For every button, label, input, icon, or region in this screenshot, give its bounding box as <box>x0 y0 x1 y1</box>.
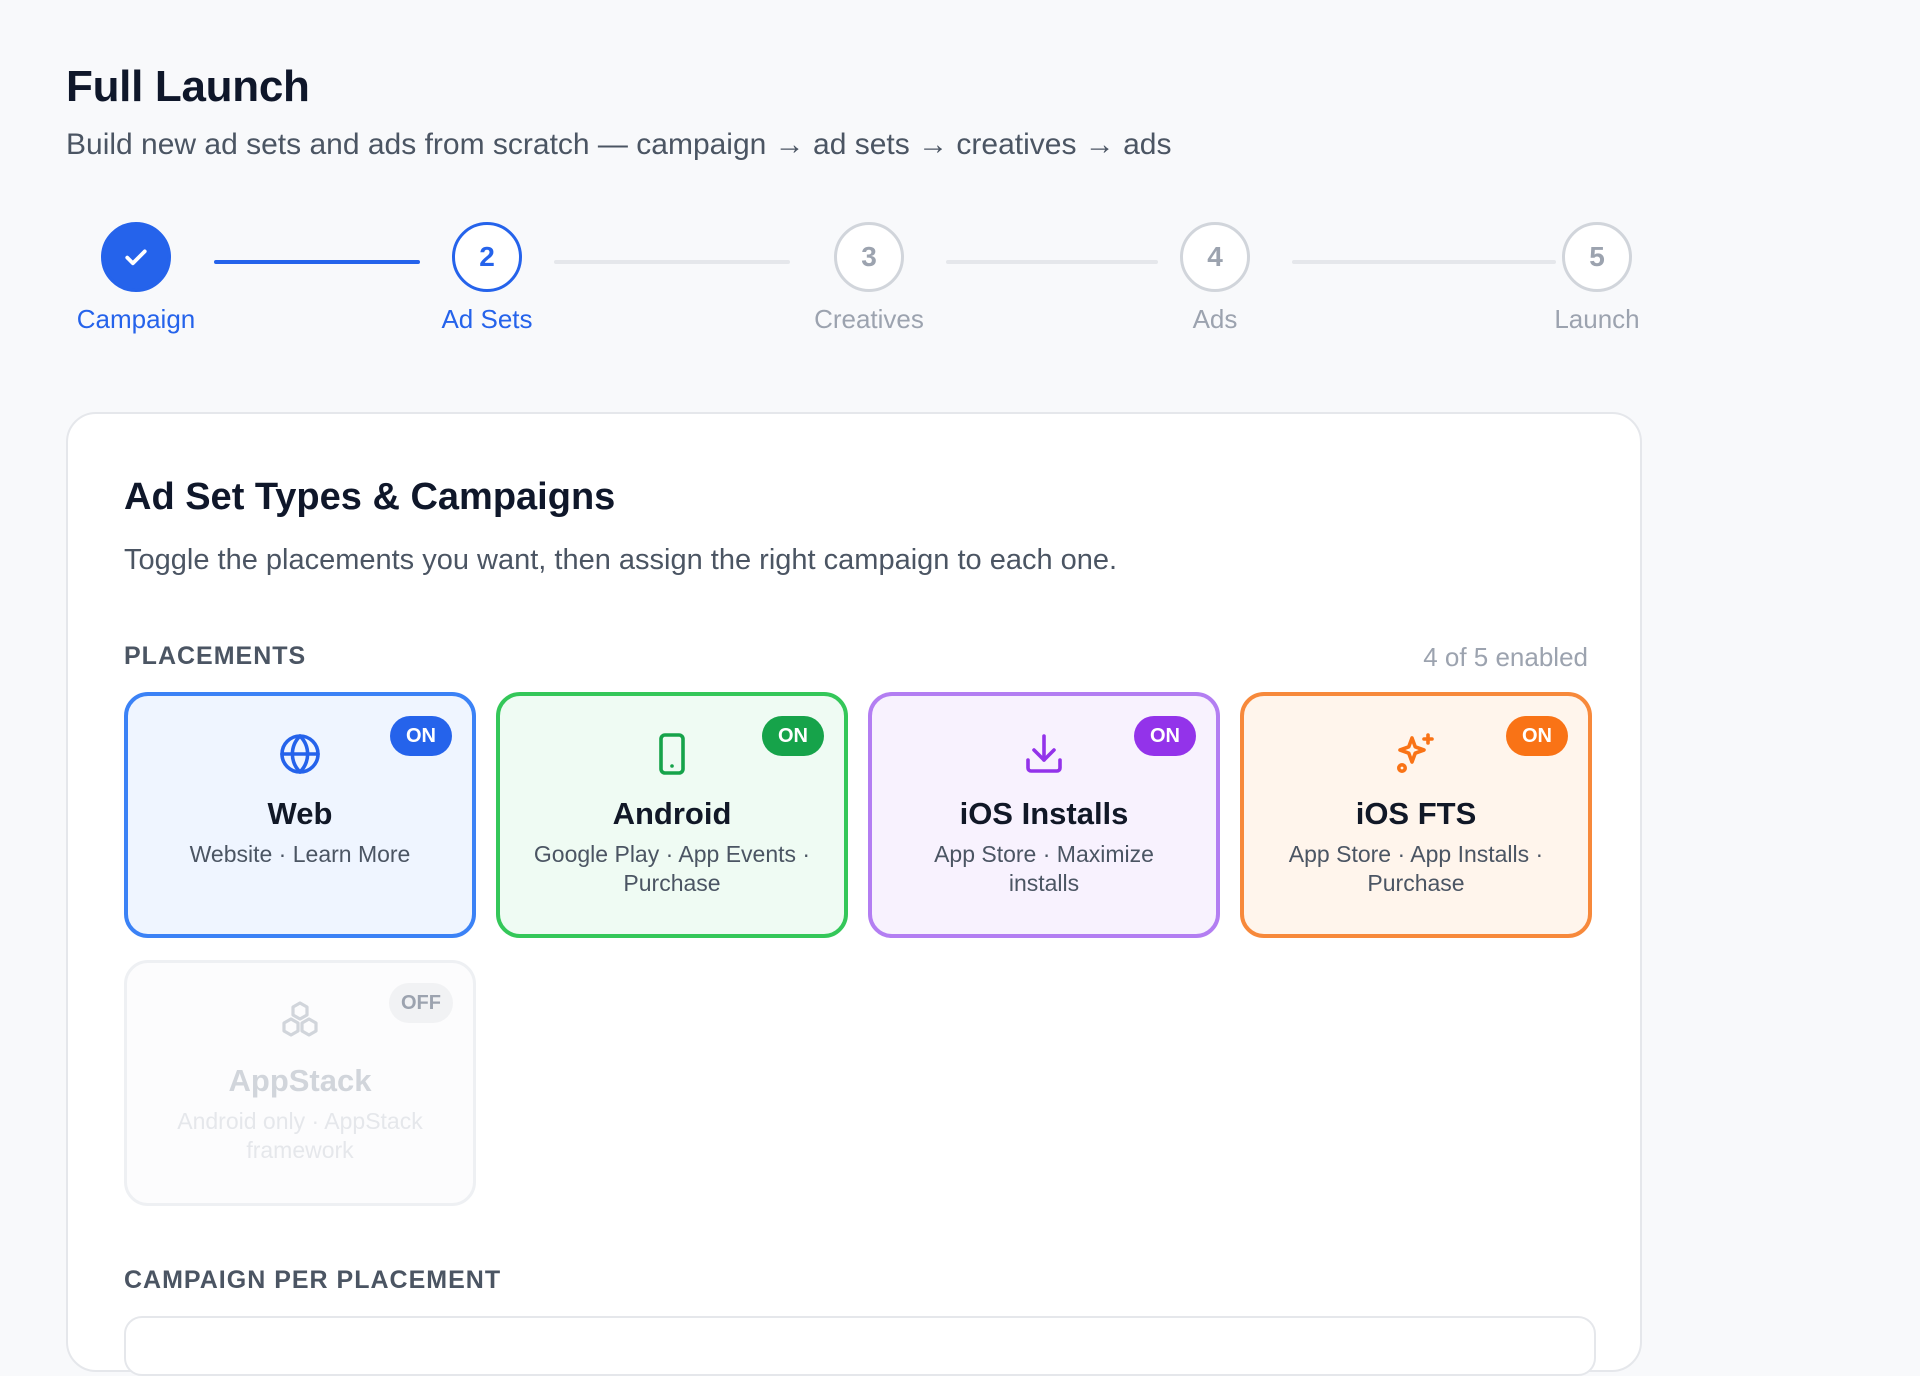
boxes-icon <box>276 997 324 1045</box>
stepper-connector-2 <box>554 260 790 264</box>
card-subtitle: Toggle the placements you want, then ass… <box>124 544 1118 576</box>
full-launch-page: Full Launch Build new ad sets and ads fr… <box>66 0 1646 1376</box>
placement-description: App Store · App Installs · Purchase <box>1288 841 1544 896</box>
sparkles-icon <box>1392 730 1440 778</box>
enabled-count: 4 of 5 enabled <box>1423 642 1588 672</box>
page-title: Full Launch <box>66 62 310 111</box>
step-label-creatives: Creatives <box>814 304 924 334</box>
step-ad-sets[interactable]: 2 Ad Sets <box>387 222 587 342</box>
placement-name: iOS Installs <box>959 796 1129 831</box>
card-title: Ad Set Types & Campaigns <box>124 476 616 518</box>
status-badge[interactable]: ON <box>1506 716 1568 756</box>
placements-heading: PLACEMENTS <box>124 642 307 670</box>
step-label-campaign: Campaign <box>76 304 196 334</box>
placement-name: Android <box>612 796 732 831</box>
step-number-2: 2 <box>452 222 522 292</box>
placement-description: App Store · Maximize installs <box>934 841 1154 896</box>
step-launch[interactable]: 5 Launch <box>1497 222 1697 342</box>
stepper: Campaign 2 Ad Sets 3 Creatives 4 Ads 5 L… <box>66 222 1646 342</box>
step-label-ad-sets: Ad Sets <box>441 304 533 334</box>
placement-name: Web <box>267 796 333 831</box>
step-number-5: 5 <box>1562 222 1632 292</box>
placement-description: Android only · AppStack framework <box>177 1108 423 1163</box>
placement-tile-appstack[interactable]: OFF AppStack Android only · AppStack fra… <box>124 960 476 1206</box>
placement-tile-ios-fts[interactable]: ON iOS FTS App Store · App Installs · Pu… <box>1240 692 1592 938</box>
download-icon <box>1020 730 1068 778</box>
step-campaign[interactable]: Campaign <box>36 222 236 342</box>
globe-icon <box>276 730 324 778</box>
status-badge[interactable]: ON <box>1134 716 1196 756</box>
check-icon <box>101 222 171 292</box>
page-subtitle: Build new ad sets and ads from scratch —… <box>66 128 1172 161</box>
ad-set-types-card: Ad Set Types & Campaigns Toggle the plac… <box>66 412 1642 1376</box>
smartphone-icon <box>648 730 696 778</box>
status-badge[interactable]: ON <box>390 716 452 756</box>
placement-name: AppStack <box>228 1063 372 1098</box>
campaign-per-placement-heading: CAMPAIGN PER PLACEMENT <box>124 1266 502 1294</box>
step-number-3: 3 <box>834 222 904 292</box>
step-label-ads: Ads <box>1192 304 1238 334</box>
step-label-launch: Launch <box>1554 304 1640 334</box>
step-number-4: 4 <box>1180 222 1250 292</box>
campaign-assignment-panel[interactable] <box>124 1316 1596 1376</box>
placement-description: Google Play · App Events · Purchase <box>533 841 811 896</box>
placements-grid: ON Web Website · Learn More ON Android G… <box>124 692 1596 1212</box>
placement-tile-web[interactable]: ON Web Website · Learn More <box>124 692 476 938</box>
placement-tile-ios-installs[interactable]: ON iOS Installs App Store · Maximize ins… <box>868 692 1220 938</box>
placement-name: iOS FTS <box>1355 796 1477 831</box>
placement-tile-android[interactable]: ON Android Google Play · App Events · Pu… <box>496 692 848 938</box>
step-creatives[interactable]: 3 Creatives <box>769 222 969 342</box>
status-badge[interactable]: OFF <box>389 983 453 1023</box>
placement-description: Website · Learn More <box>189 841 411 867</box>
step-ads[interactable]: 4 Ads <box>1115 222 1315 342</box>
status-badge[interactable]: ON <box>762 716 824 756</box>
